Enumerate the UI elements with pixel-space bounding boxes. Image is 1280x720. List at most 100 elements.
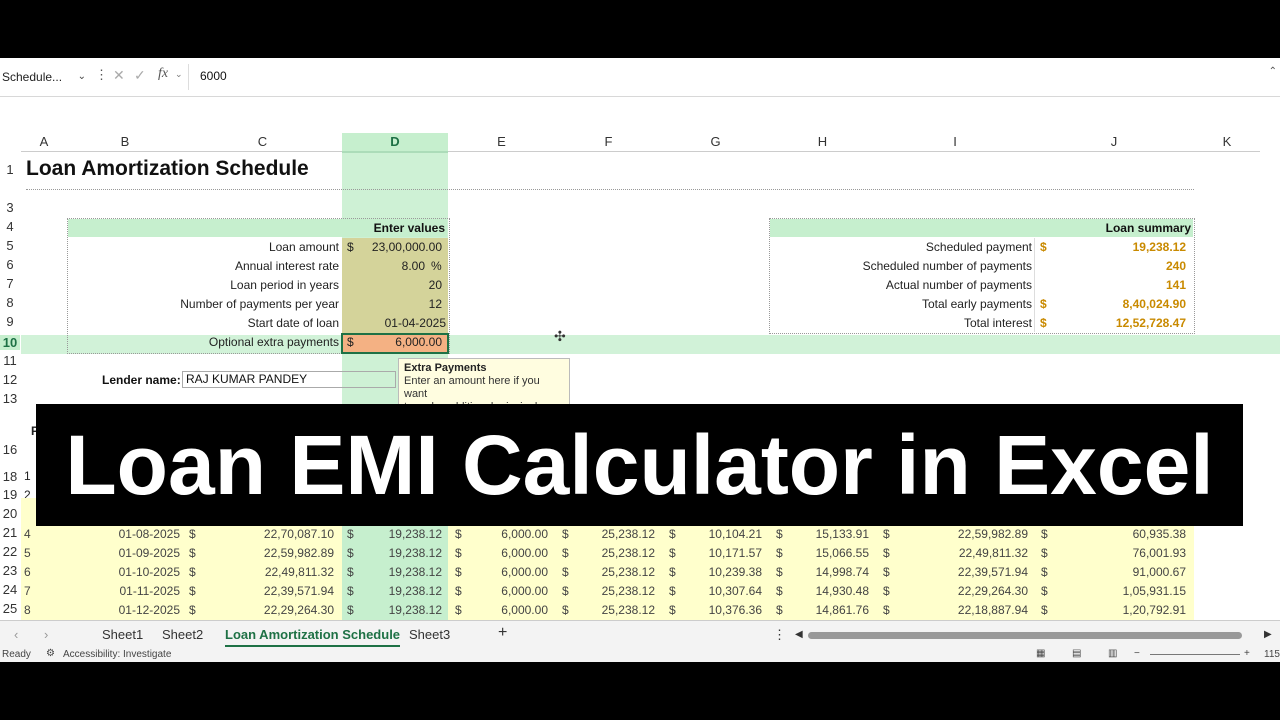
table-cell-beg[interactable]: 22,49,811.32 [195, 563, 334, 582]
table-cell-date[interactable]: 01-08-2025 [67, 525, 180, 544]
row-header[interactable]: 7 [0, 276, 20, 291]
table-cell-n[interactable]: 7 [24, 582, 44, 601]
row-header[interactable]: 18 [0, 469, 20, 484]
extra-payments-cell[interactable]: 6,000.00 [360, 333, 442, 352]
table-cell-extra[interactable]: 6,000.00 [465, 582, 548, 601]
row-header[interactable]: 25 [0, 601, 20, 616]
row-header[interactable]: 9 [0, 314, 20, 329]
table-cell-n[interactable]: 4 [24, 525, 44, 544]
table-cell-extra[interactable]: 6,000.00 [465, 601, 548, 620]
chevron-down-icon[interactable]: ⌄ [175, 69, 183, 80]
col-header-e[interactable]: E [448, 133, 555, 152]
table-cell-pay[interactable]: 19,238.12 [360, 601, 442, 620]
col-header-j[interactable]: J [1034, 133, 1194, 152]
row-header[interactable]: 24 [0, 582, 20, 597]
formula-input[interactable]: 6000 [200, 69, 227, 83]
table-cell-n[interactable]: 5 [24, 544, 44, 563]
col-header-f[interactable]: F [555, 133, 662, 152]
zoom-level[interactable]: 115 [1264, 649, 1280, 660]
row-header[interactable]: 1 [0, 162, 20, 177]
chevron-down-icon[interactable]: ⌄ [78, 66, 86, 88]
table-cell-pay[interactable]: 19,238.12 [360, 544, 442, 563]
row-header[interactable]: 8 [0, 295, 20, 310]
table-cell-int[interactable]: 15,133.91 [786, 525, 869, 544]
table-cell-end[interactable]: 22,59,982.89 [893, 525, 1028, 544]
col-header-h[interactable]: H [769, 133, 876, 152]
collapse-icon[interactable]: ⌃ [1269, 66, 1277, 77]
scroll-left-icon[interactable]: ◀ [795, 629, 803, 640]
row-header[interactable]: 20 [0, 506, 20, 521]
enter-icon[interactable]: ✓ [134, 67, 146, 84]
row-header[interactable]: 23 [0, 563, 20, 578]
row-header[interactable]: 5 [0, 238, 20, 253]
row-header[interactable]: 12 [0, 372, 20, 387]
loan-period-cell[interactable]: 20 [360, 276, 442, 295]
table-cell-pay[interactable]: 19,238.12 [360, 525, 442, 544]
table-cell-int[interactable]: 14,861.76 [786, 601, 869, 620]
payments-per-year-cell[interactable]: 12 [360, 295, 442, 314]
table-cell-n[interactable]: 8 [24, 601, 44, 620]
col-header-a[interactable]: A [21, 133, 67, 152]
col-header-g[interactable]: G [662, 133, 769, 152]
more-icon[interactable]: ⋮ [95, 67, 108, 83]
table-cell-prin[interactable]: 10,239.38 [679, 563, 762, 582]
table-cell-cum[interactable]: 60,935.38 [1051, 525, 1186, 544]
table-cell-pay[interactable]: 19,238.12 [360, 582, 442, 601]
tab-sheet1[interactable]: Sheet1 [102, 627, 143, 642]
col-header-i[interactable]: I [876, 133, 1034, 152]
row-header[interactable]: 21 [0, 525, 20, 540]
start-date-cell[interactable]: 01-04-2025 [360, 314, 446, 333]
loan-amount-cell[interactable]: 23,00,000.00 [360, 238, 442, 257]
table-cell-beg[interactable]: 22,70,087.10 [195, 525, 334, 544]
more-icon[interactable]: ⋮ [773, 627, 786, 643]
name-box[interactable]: Schedule... ⌄ [2, 66, 88, 88]
table-cell-prin[interactable]: 10,376.36 [679, 601, 762, 620]
table-cell-extra[interactable]: 6,000.00 [465, 525, 548, 544]
row-header[interactable]: 10 [0, 335, 20, 350]
table-cell-beg[interactable]: 22,29,264.30 [195, 601, 334, 620]
table-cell-end[interactable]: 22,39,571.94 [893, 563, 1028, 582]
table-cell-end[interactable]: 22,49,811.32 [893, 544, 1028, 563]
col-header-k[interactable]: K [1194, 133, 1260, 152]
table-cell-prin[interactable]: 10,171.57 [679, 544, 762, 563]
table-cell-cum[interactable]: 1,20,792.91 [1051, 601, 1186, 620]
table-cell-date[interactable]: 01-10-2025 [67, 563, 180, 582]
table-cell-date[interactable]: 01-12-2025 [67, 601, 180, 620]
horizontal-scrollbar[interactable] [808, 632, 1242, 639]
row-header[interactable]: 6 [0, 257, 20, 272]
col-header-c[interactable]: C [183, 133, 342, 152]
table-cell-pay[interactable]: 19,238.12 [360, 563, 442, 582]
row-header[interactable]: 3 [0, 200, 20, 215]
row-header[interactable]: 13 [0, 391, 20, 406]
interest-rate-cell[interactable]: 8.00 [360, 257, 425, 276]
lender-name-field[interactable]: RAJ KUMAR PANDEY [182, 371, 396, 388]
table-cell-n[interactable]: 6 [24, 563, 44, 582]
zoom-out-icon[interactable]: − [1134, 648, 1140, 659]
table-cell-int[interactable]: 15,066.55 [786, 544, 869, 563]
table-cell-total[interactable]: 25,238.12 [572, 544, 655, 563]
table-cell-int[interactable]: 14,930.48 [786, 582, 869, 601]
next-sheet-icon[interactable]: › [44, 627, 48, 642]
table-cell-end[interactable]: 22,18,887.94 [893, 601, 1028, 620]
tab-sheet2[interactable]: Sheet2 [162, 627, 203, 642]
tab-loan-amortization-schedule[interactable]: Loan Amortization Schedule [225, 627, 401, 647]
table-cell-cum[interactable]: 91,000.67 [1051, 563, 1186, 582]
accessibility-status[interactable]: Accessibility: Investigate [63, 649, 171, 660]
col-header-b[interactable]: B [67, 133, 183, 152]
row-header[interactable]: 16 [0, 442, 20, 457]
scroll-right-icon[interactable]: ▶ [1264, 629, 1272, 640]
table-cell-prin[interactable]: 10,104.21 [679, 525, 762, 544]
tab-sheet3[interactable]: Sheet3 [409, 627, 450, 642]
table-cell-cum[interactable]: 1,05,931.15 [1051, 582, 1186, 601]
table-cell-total[interactable]: 25,238.12 [572, 582, 655, 601]
row-header[interactable]: 19 [0, 487, 20, 502]
table-cell-total[interactable]: 25,238.12 [572, 525, 655, 544]
row-header[interactable]: 11 [0, 353, 20, 368]
col-header-d[interactable]: D [342, 133, 448, 153]
table-cell-date[interactable]: 01-11-2025 [67, 582, 181, 601]
table-cell-beg[interactable]: 22,59,982.89 [195, 544, 334, 563]
table-cell-end[interactable]: 22,29,264.30 [893, 582, 1028, 601]
table-cell-int[interactable]: 14,998.74 [786, 563, 869, 582]
insert-function-icon[interactable]: fx [158, 66, 168, 82]
table-cell-cum[interactable]: 76,001.93 [1051, 544, 1186, 563]
